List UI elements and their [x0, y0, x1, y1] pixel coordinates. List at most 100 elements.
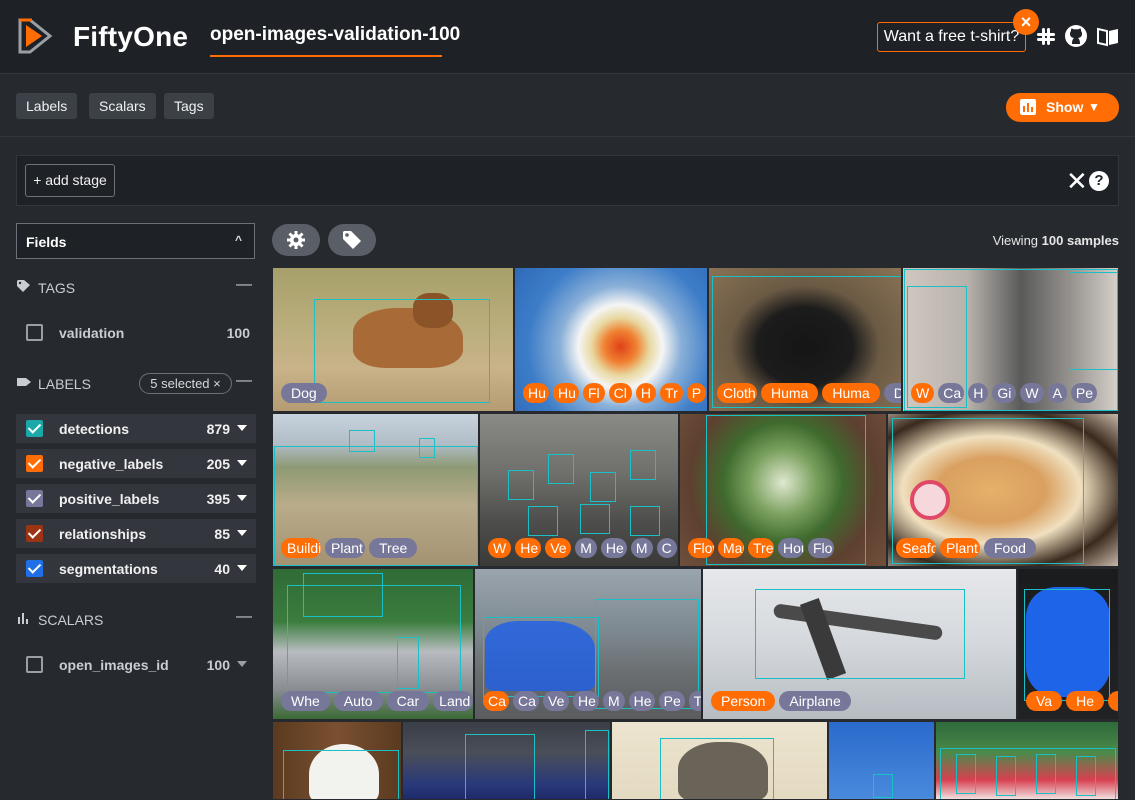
collapse-scalars-icon[interactable]: — — [236, 608, 252, 626]
sample-tags: SeafoodPlantFood — [896, 538, 1040, 558]
selected-count-pill[interactable]: 5 selected × — [139, 373, 232, 394]
detection-box — [630, 450, 656, 480]
slack-icon[interactable] — [1034, 24, 1058, 48]
tag-row-validation[interactable]: validation 100 — [16, 318, 256, 347]
brand-name[interactable]: FiftyOne — [73, 21, 188, 53]
expand-caret-icon[interactable] — [237, 425, 247, 431]
checkbox[interactable] — [26, 420, 43, 437]
add-stage-button[interactable]: + add stage — [25, 164, 115, 197]
scalars-section-title: SCALARS — [38, 612, 104, 628]
label-row-positive-labels[interactable]: positive_labels 395 — [16, 484, 256, 513]
expand-caret-icon[interactable] — [237, 661, 247, 667]
settings-gear-icon — [287, 231, 305, 249]
sample-tile-egret[interactable] — [272, 721, 402, 800]
checkbox[interactable] — [26, 324, 43, 341]
tab-tags[interactable]: Tags — [164, 93, 214, 119]
scalars-section-header[interactable]: SCALARS — — [16, 608, 256, 631]
label-tag: He — [1108, 691, 1118, 711]
label-tag: Plant — [325, 538, 365, 558]
label-row-segmentations[interactable]: segmentations 40 — [16, 554, 256, 583]
sample-tile-airplane[interactable]: Person Airplane — [702, 568, 1017, 720]
detection-box — [755, 589, 965, 679]
field-name: relationships — [59, 526, 147, 542]
checkbox[interactable] — [26, 560, 43, 577]
label-tag: Building — [281, 538, 321, 558]
sample-tile-fortress[interactable]: BuildingPlantTree — [272, 413, 479, 567]
tab-labels[interactable]: Labels — [16, 93, 78, 119]
sample-tags: WheAutoCarLand v — [281, 691, 473, 711]
label-tag: Hu — [523, 383, 549, 403]
label-tag: Huma — [822, 383, 880, 403]
tags-section-header[interactable]: TAGS — — [16, 276, 256, 299]
sample-tile-weather-map[interactable]: Hu Hu Fl Cl H Tr P — [514, 267, 708, 412]
tag-samples-button[interactable] — [328, 224, 376, 256]
tag-icon — [17, 280, 30, 292]
label-row-negative-labels[interactable]: negative_labels 205 — [16, 449, 256, 478]
detection-box — [996, 756, 1016, 796]
label-row-relationships[interactable]: relationships 85 — [16, 519, 256, 548]
sample-tile-succulent[interactable]: FlowMarTreHouFlo — [679, 413, 887, 567]
collapse-labels-icon[interactable]: — — [236, 372, 252, 390]
bar-chart-icon — [18, 613, 28, 624]
label-tag: W — [911, 383, 935, 403]
detection-box — [585, 730, 609, 799]
detection-box — [483, 617, 599, 697]
sample-tile-table-tennis[interactable] — [402, 721, 611, 800]
detection-box — [508, 470, 534, 500]
sample-tile-car-interior[interactable]: W Ca H Gi W A Pe — [902, 267, 1119, 412]
help-icon[interactable]: ? — [1089, 171, 1109, 191]
detection-box — [630, 506, 660, 536]
expand-caret-icon[interactable] — [237, 530, 247, 536]
scalar-row-open-images-id[interactable]: open_images_id 100 — [16, 650, 256, 679]
detection-box — [548, 454, 574, 484]
label-row-detections[interactable]: detections 879 — [16, 414, 256, 443]
settings-button[interactable] — [272, 224, 320, 256]
sample-tile-crowd-event[interactable] — [935, 721, 1119, 800]
label-tag: He — [628, 691, 655, 711]
sample-tile-horse-carriage[interactable]: Ca Ca Ve He M He Pe T — [474, 568, 702, 720]
github-icon[interactable] — [1064, 24, 1088, 48]
checkbox[interactable] — [26, 656, 43, 673]
label-tag: Va — [1026, 691, 1063, 711]
checkbox[interactable] — [26, 525, 43, 542]
fiftyone-logo-icon[interactable] — [16, 16, 56, 56]
docs-book-icon[interactable] — [1096, 24, 1120, 48]
sample-tile-black-puppy[interactable]: ClothHumaHumaDo — [708, 267, 902, 412]
label-tag: Tree — [369, 538, 418, 558]
checkbox[interactable] — [26, 490, 43, 507]
detection-box — [1076, 756, 1096, 796]
label-tag: H — [968, 383, 989, 403]
detection-box — [660, 738, 774, 799]
show-button[interactable]: Show ▼ — [1006, 93, 1119, 122]
sample-tile-dog[interactable]: Dog — [272, 267, 514, 412]
sample-tile-silver-car[interactable]: WheAutoCarLand v — [272, 568, 474, 720]
sample-tile-blue-object[interactable]: VaHeHe — [1017, 568, 1119, 720]
sample-tile-group-photo[interactable]: W He Ve M He M C — [479, 413, 679, 567]
dataset-selector[interactable]: open-images-validation-100 — [210, 24, 460, 46]
collapse-tags-icon[interactable]: — — [236, 276, 252, 294]
checkbox[interactable] — [26, 455, 43, 472]
expand-caret-icon[interactable] — [237, 495, 247, 501]
sample-tile-crane-sky[interactable] — [828, 721, 935, 800]
sample-tags: Dog — [281, 383, 331, 403]
show-button-label: Show — [1046, 99, 1084, 115]
label-tag: Dog — [281, 383, 327, 403]
clear-view-icon[interactable]: ✕ — [1066, 168, 1088, 194]
view-stage-bar: + add stage ✕ ? — [16, 155, 1119, 206]
label-tag: He — [1066, 691, 1104, 711]
label-tag: Hu — [553, 383, 579, 403]
expand-caret-icon[interactable] — [237, 565, 247, 571]
label-tag: Whe — [281, 691, 330, 711]
sample-tile-noodle-soup[interactable]: SeafoodPlantFood — [887, 413, 1119, 567]
free-tshirt-button[interactable]: Want a free t-shirt? — [877, 22, 1026, 52]
tab-scalars[interactable]: Scalars — [89, 93, 156, 119]
label-tag: Do — [883, 383, 901, 403]
field-name: segmentations — [59, 561, 158, 577]
detection-box — [1036, 754, 1056, 794]
sample-tile-mammoth-sketch[interactable] — [611, 721, 828, 800]
label-tag: Tre — [748, 538, 774, 558]
labels-section-header[interactable]: LABELS 5 selected × — — [16, 372, 256, 395]
fields-dropdown[interactable]: Fields ^ — [16, 223, 255, 259]
detection-box — [419, 438, 435, 458]
expand-caret-icon[interactable] — [237, 460, 247, 466]
